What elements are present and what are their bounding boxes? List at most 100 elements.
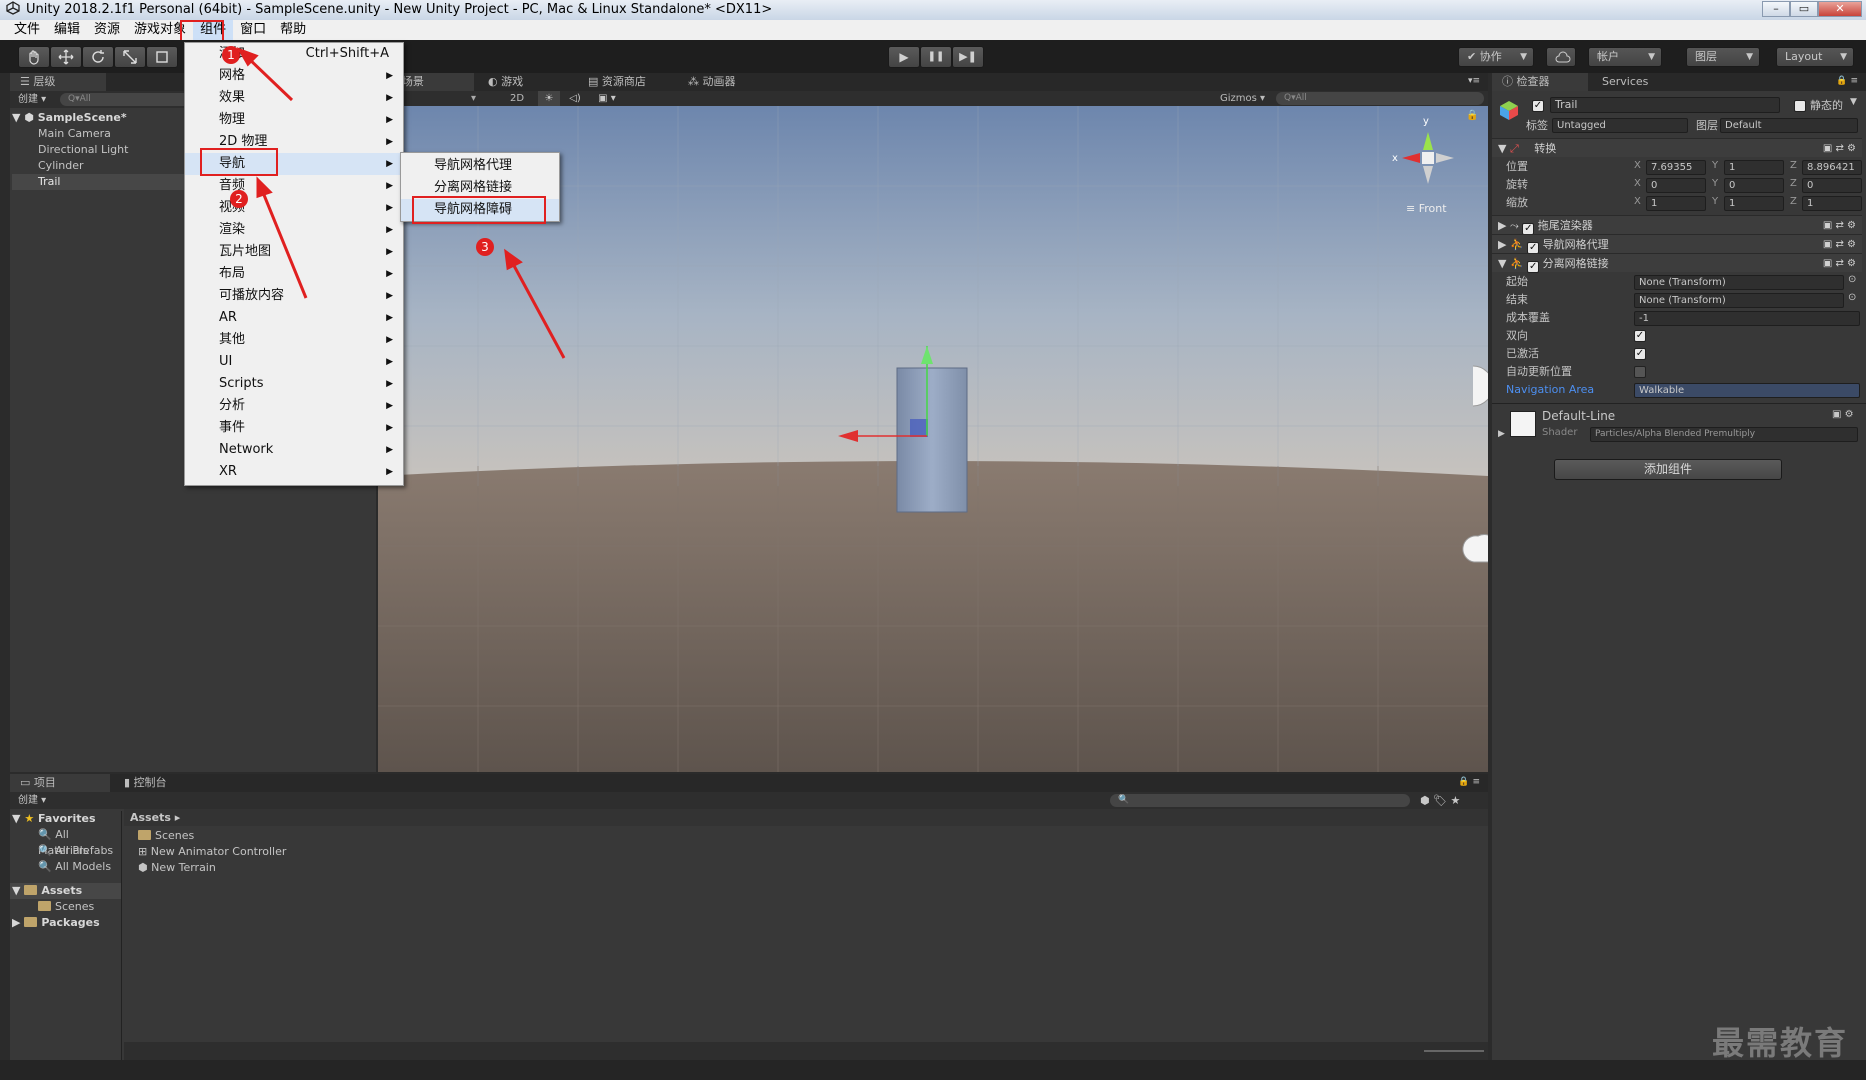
fav-all-models[interactable]: 🔍 All Models (10, 859, 121, 875)
favorites-node[interactable]: ▼ ★ Favorites (10, 811, 121, 827)
menu-item-physics[interactable]: 物理 ▶ (185, 109, 403, 131)
hierarchy-search-input[interactable]: Q▾All (60, 93, 190, 106)
menu-help[interactable]: 帮助 (273, 20, 313, 40)
position-z-field[interactable]: 8.896421 (1802, 160, 1862, 175)
project-create-button[interactable]: 创建 (18, 795, 38, 806)
object-picker-icon[interactable]: ⊙ (1848, 292, 1856, 303)
effects-toggle-icon[interactable]: ▣ ▾ (592, 91, 622, 106)
rotation-y-field[interactable]: 0 (1724, 178, 1784, 193)
view-orientation-label[interactable]: ≡ Front (1406, 202, 1447, 215)
project-search-input[interactable]: 🔍 (1110, 794, 1410, 807)
menu-item-layout[interactable]: 布局 ▶ (185, 263, 403, 285)
menu-item-xr[interactable]: XR ▶ (185, 461, 403, 483)
scale-tool-button[interactable] (114, 46, 146, 68)
panel-menu-icon[interactable]: 🔒 ≡ (1458, 777, 1480, 787)
fav-all-materials[interactable]: 🔍 All Materials (10, 827, 121, 857)
menu-item-ar[interactable]: AR ▶ (185, 307, 403, 329)
material-settings-icon[interactable]: ▣ ⚙ (1832, 409, 1854, 420)
tab-animator[interactable]: ⁂ 动画器 (678, 73, 774, 91)
menu-item-audio[interactable]: 音频 ▶ (185, 175, 403, 197)
restore-button[interactable]: ▭ (1790, 1, 1818, 17)
rotation-z-field[interactable]: 0 (1802, 178, 1862, 193)
close-button[interactable]: ✕ (1818, 1, 1862, 17)
scale-y-field[interactable]: 1 (1724, 196, 1784, 211)
object-name-field[interactable]: Trail (1550, 97, 1780, 113)
rotate-tool-button[interactable] (82, 46, 114, 68)
hand-tool-button[interactable] (18, 46, 50, 68)
submenu-item-navmesh-agent[interactable]: 导航网格代理 (401, 155, 559, 177)
menu-file[interactable]: 文件 (0, 20, 47, 40)
component-settings-icon[interactable]: ▣ ⇄ ⚙ (1823, 139, 1856, 158)
lighting-toggle-icon[interactable]: ☀ (538, 91, 560, 106)
layout-dropdown[interactable]: Layout ▼ (1776, 47, 1854, 67)
assets-scenes-node[interactable]: Scenes (10, 899, 121, 915)
active-checkbox[interactable]: ✓ (1532, 100, 1544, 112)
menu-item-video[interactable]: 视频 ▶ (185, 197, 403, 219)
auto-update-checkbox[interactable] (1634, 366, 1646, 378)
menu-edit[interactable]: 编辑 (47, 20, 87, 40)
static-dropdown-arrow-icon[interactable]: ▼ (1850, 97, 1857, 107)
fav-all-prefabs[interactable]: 🔍 All Prefabs (10, 843, 121, 859)
menu-item-scripts[interactable]: Scripts ▶ (185, 373, 403, 395)
menu-window[interactable]: 窗口 (233, 20, 273, 40)
play-button[interactable]: ▶ (888, 46, 920, 68)
tab-game[interactable]: ◐ 游戏 (478, 73, 570, 91)
rect-tool-button[interactable] (146, 46, 178, 68)
menu-item-network[interactable]: Network ▶ (185, 439, 403, 461)
tab-asset-store[interactable]: ▤ 资源商店 (578, 73, 674, 91)
tab-services[interactable]: Services (1592, 73, 1672, 91)
menu-item-effects[interactable]: 效果 ▶ (185, 87, 403, 109)
file-scenes[interactable]: Scenes (138, 828, 438, 844)
transform-header[interactable]: ▼ ⤢ 转换 ▣ ⇄ ⚙ (1492, 138, 1862, 157)
position-x-field[interactable]: 7.69355 (1646, 160, 1706, 175)
zoom-slider[interactable] (1424, 1050, 1484, 1052)
link-start-field[interactable]: None (Transform) (1634, 275, 1844, 290)
component-settings-icon[interactable]: ▣ ⇄ ⚙ (1823, 235, 1856, 254)
2d-toggle[interactable]: 2D (510, 91, 534, 106)
collab-dropdown[interactable]: ✔ 协作 ▼ (1458, 47, 1534, 67)
scene-search-input[interactable]: Q▾All (1276, 92, 1484, 105)
menu-item-analytics[interactable]: 分析 ▶ (185, 395, 403, 417)
minimize-button[interactable]: – (1762, 1, 1790, 17)
trail-renderer-header[interactable]: ▶ ⤳ ✓ 拖尾渲染器 ▣ ⇄ ⚙ (1492, 215, 1862, 235)
component-settings-icon[interactable]: ▣ ⇄ ⚙ (1823, 254, 1856, 273)
cloud-button[interactable] (1546, 47, 1576, 67)
tab-inspector[interactable]: ⓘ 检查器 (1492, 73, 1588, 91)
account-dropdown[interactable]: 帐户 ▼ (1588, 47, 1662, 67)
file-terrain[interactable]: ⬢ New Terrain (138, 860, 438, 876)
menu-item-tilemap[interactable]: 瓦片地图 ▶ (185, 241, 403, 263)
shader-dropdown[interactable]: Particles/Alpha Blended Premultiply (1590, 427, 1858, 442)
file-animator-controller[interactable]: ⊞ New Animator Controller (138, 844, 438, 860)
activated-checkbox[interactable]: ✓ (1634, 348, 1646, 360)
layer-dropdown[interactable]: Default (1720, 118, 1858, 133)
tab-console[interactable]: ▮ 控制台 (114, 774, 210, 792)
tab-project[interactable]: ▭ 项目 (10, 774, 110, 792)
menu-item-miscellaneous[interactable]: 其他 ▶ (185, 329, 403, 351)
menu-item-add[interactable]: 添加...Ctrl+Shift+A (185, 43, 403, 65)
rotation-x-field[interactable]: 0 (1646, 178, 1706, 193)
scale-z-field[interactable]: 1 (1802, 196, 1862, 211)
object-picker-icon[interactable]: ⊙ (1848, 274, 1856, 285)
lock-icon[interactable]: 🔒 (1466, 110, 1478, 121)
move-tool-button[interactable] (50, 46, 82, 68)
menu-item-mesh[interactable]: 网格 ▶ (185, 65, 403, 87)
scale-x-field[interactable]: 1 (1646, 196, 1706, 211)
step-button[interactable]: ▶❚ (952, 46, 984, 68)
assets-node[interactable]: ▼ Assets (10, 883, 121, 899)
panel-menu-icon[interactable]: 🔒 ≡ (1836, 76, 1858, 86)
component-settings-icon[interactable]: ▣ ⇄ ⚙ (1823, 216, 1856, 235)
navigation-area-dropdown[interactable]: Walkable (1634, 383, 1860, 398)
cost-override-field[interactable]: -1 (1634, 311, 1860, 326)
menu-item-event[interactable]: 事件 ▶ (185, 417, 403, 439)
tab-hierarchy[interactable]: ☰ 层级 (10, 73, 106, 91)
static-checkbox[interactable] (1794, 100, 1806, 112)
gizmos-dropdown[interactable]: Gizmos ▾ (1220, 91, 1272, 106)
menu-item-playables[interactable]: 可播放内容 ▶ (185, 285, 403, 307)
bidirectional-checkbox[interactable]: ✓ (1634, 330, 1646, 342)
menu-item-ui[interactable]: UI ▶ (185, 351, 403, 373)
panel-menu-icon[interactable]: ▾≡ (1468, 76, 1480, 86)
navmesh-agent-header[interactable]: ▶ ⛹ ✓ 导航网格代理 ▣ ⇄ ⚙ (1492, 234, 1862, 254)
project-breadcrumb[interactable]: Assets ▸ (124, 809, 1488, 826)
menu-assets[interactable]: 资源 (87, 20, 127, 40)
position-y-field[interactable]: 1 (1724, 160, 1784, 175)
